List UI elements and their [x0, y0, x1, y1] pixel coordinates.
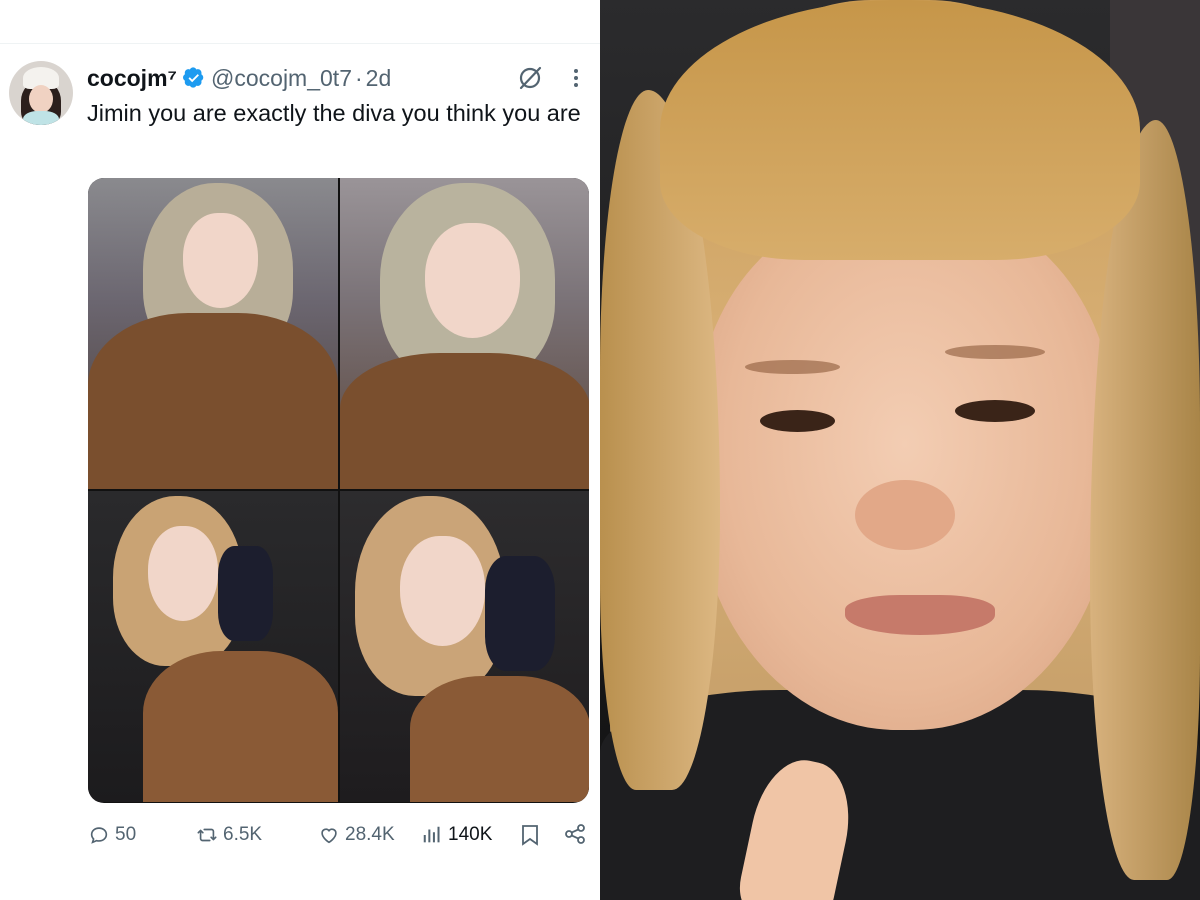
more-dots-icon[interactable]: [566, 64, 586, 92]
grok-icon[interactable]: [516, 64, 544, 92]
repost-count: 6.5K: [223, 824, 263, 845]
bookmark-icon[interactable]: [520, 824, 540, 846]
heart-icon: [321, 828, 337, 844]
portrait-photo: [600, 0, 1200, 900]
timestamp[interactable]: 2d: [366, 65, 392, 92]
divider: [0, 43, 600, 44]
views-bar-chart-icon: [423, 826, 440, 843]
views-count: 140K: [448, 824, 493, 845]
media-photo-3[interactable]: [88, 491, 338, 802]
tweet-actions: 50 6.5K 28.4K 140K: [88, 818, 588, 852]
views-button[interactable]: 140K: [421, 818, 492, 852]
like-count: 28.4K: [345, 824, 395, 845]
separator: ·: [354, 64, 363, 91]
avatar[interactable]: [9, 61, 73, 125]
tweet-header: cocojm⁷ @cocojm_0t7 · 2d: [87, 62, 391, 94]
media-grid: [88, 178, 589, 803]
reply-icon: [90, 827, 108, 844]
media-photo-2[interactable]: [340, 178, 589, 489]
repost-button[interactable]: 6.5K: [196, 818, 262, 852]
verified-badge-icon: [183, 67, 204, 88]
reply-button[interactable]: 50: [88, 818, 136, 852]
display-name[interactable]: cocojm⁷: [87, 65, 177, 92]
tweet-text: Jimin you are exactly the diva you think…: [87, 100, 581, 126]
handle[interactable]: @cocojm_0t7: [211, 65, 352, 92]
media-photo-1[interactable]: [88, 178, 338, 489]
media-photo-4[interactable]: [340, 491, 589, 802]
share-icon[interactable]: [564, 823, 586, 845]
tweet-panel: cocojm⁷ @cocojm_0t7 · 2d Jimin you are e…: [0, 0, 600, 900]
repost-icon: [197, 828, 217, 842]
like-button[interactable]: 28.4K: [318, 818, 395, 852]
reply-count: 50: [115, 824, 137, 845]
